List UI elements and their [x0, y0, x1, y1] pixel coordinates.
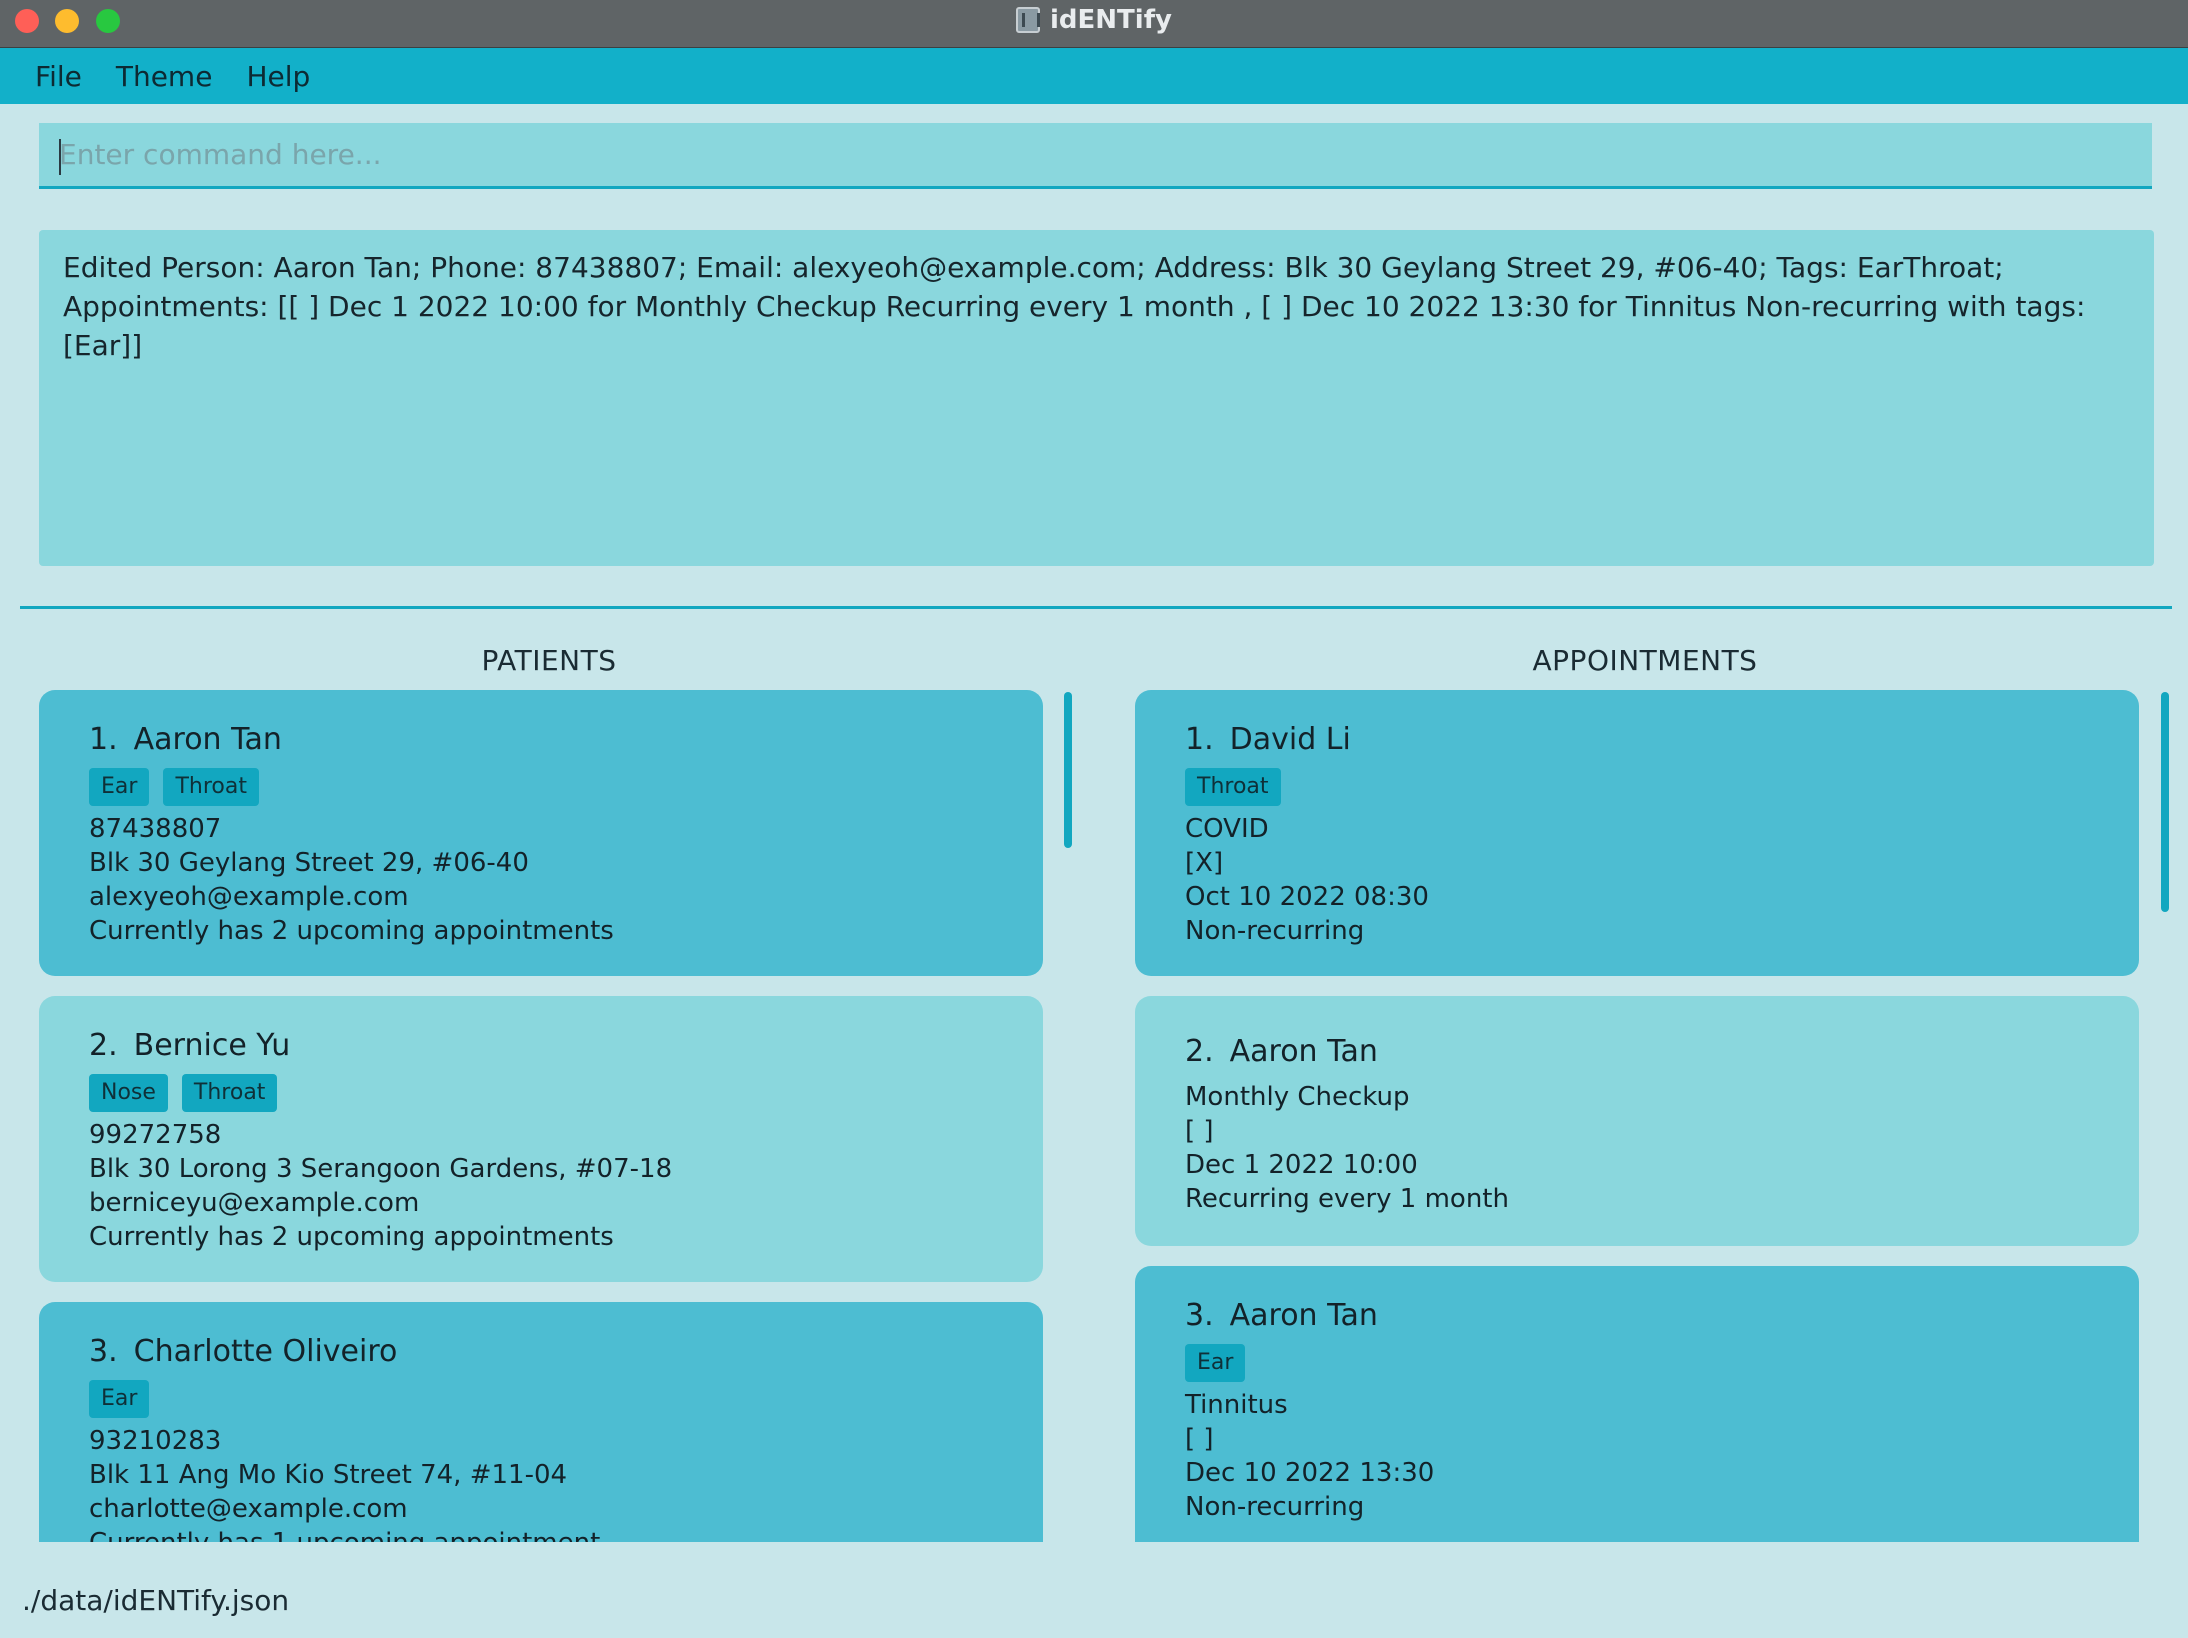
appointment-name-row: 2. Aaron Tan	[1185, 1032, 2089, 1072]
patient-phone: 99272758	[89, 1120, 222, 1150]
menu-help[interactable]: Help	[233, 60, 323, 93]
patients-heading: PATIENTS	[481, 644, 617, 677]
tag-label: Throat	[163, 768, 259, 806]
appointment-index: 1.	[1185, 722, 1214, 757]
patient-card[interactable]: 3. Charlotte Oliveiro Ear 93210283 Blk 1…	[39, 1302, 1043, 1542]
appointment-datetime: Oct 10 2022 08:30	[1185, 882, 1429, 912]
patient-list[interactable]: 1. Aaron Tan Ear Throat 87438807 Blk 30 …	[39, 690, 1043, 1542]
patient-appointment-count: Currently has 1 upcoming appointment	[89, 1526, 993, 1542]
appointment-card[interactable]: 2. Aaron Tan Monthly Checkup [ ] Dec 1 2…	[1135, 996, 2139, 1246]
patient-index: 3.	[89, 1334, 118, 1369]
menu-bar: File Theme Help	[0, 48, 2188, 104]
appointment-name-row: 1. David Li	[1185, 720, 2089, 760]
appointment-patient-name: Aaron Tan	[1229, 1034, 1378, 1069]
patient-name-row: 3. Charlotte Oliveiro	[89, 1332, 993, 1372]
patient-email: charlotte@example.com	[89, 1494, 408, 1524]
appointment-datetime: Dec 10 2022 13:30	[1185, 1458, 1435, 1488]
patient-appointment-count: Currently has 2 upcoming appointments	[89, 916, 614, 946]
appointment-recurrence: Recurring every 1 month	[1185, 1184, 1509, 1214]
tag-label: Throat	[181, 1074, 278, 1112]
patient-email: alexyeoh@example.com	[89, 882, 409, 912]
command-box	[39, 123, 2152, 189]
result-display: Edited Person: Aaron Tan; Phone: 8743880…	[39, 230, 2154, 566]
app-building-icon	[1016, 7, 1041, 33]
tag-label: Ear	[89, 1380, 150, 1418]
tag-label: Throat	[1185, 768, 1281, 806]
appointment-name-row: 3. Aaron Tan	[1185, 1296, 2089, 1336]
appointment-status: [ ]	[1185, 1116, 1214, 1146]
appointment-list-scrollbar[interactable]	[2161, 692, 2169, 912]
appointment-patient-name: David Li	[1229, 722, 1351, 757]
patient-card[interactable]: 1. Aaron Tan Ear Throat 87438807 Blk 30 …	[39, 690, 1043, 976]
command-input[interactable]	[39, 123, 2152, 186]
patient-name-row: 2. Bernice Yu	[89, 1026, 993, 1066]
window-title-group: idENTify	[0, 0, 2188, 40]
tag-label: Ear	[1185, 1344, 1246, 1382]
appointment-list[interactable]: 1. David Li Throat COVID [X] Oct 10 2022…	[1135, 690, 2139, 1542]
patient-name: Bernice Yu	[133, 1028, 291, 1063]
section-divider	[20, 606, 2172, 609]
patient-tags: Nose Throat	[89, 1074, 993, 1112]
appointment-index: 3.	[1185, 1298, 1214, 1333]
appointment-tags: Ear	[1185, 1344, 2089, 1382]
appointment-tags: Throat	[1185, 768, 2089, 806]
appointment-index: 2.	[1185, 1034, 1214, 1069]
patient-index: 1.	[89, 722, 118, 757]
patient-address: Blk 30 Geylang Street 29, #06-40	[89, 848, 529, 878]
appointment-patient-name: Aaron Tan	[1229, 1298, 1378, 1333]
patient-list-scrollbar[interactable]	[1064, 692, 1072, 848]
appointment-status: [X]	[1185, 848, 1224, 878]
patient-card[interactable]: 2. Bernice Yu Nose Throat 99272758 Blk 3…	[39, 996, 1043, 1282]
patient-name-row: 1. Aaron Tan	[89, 720, 993, 760]
menu-file[interactable]: File	[22, 60, 95, 93]
tag-label: Ear	[89, 768, 150, 806]
patient-name: Charlotte Oliveiro	[133, 1334, 398, 1369]
appointment-card[interactable]: 3. Aaron Tan Ear Tinnitus [ ] Dec 10 202…	[1135, 1266, 2139, 1542]
text-caret	[59, 139, 61, 175]
appointment-datetime: Dec 1 2022 10:00	[1185, 1150, 1418, 1180]
appointment-reason: Monthly Checkup	[1185, 1082, 1410, 1112]
appointment-card[interactable]: 1. David Li Throat COVID [X] Oct 10 2022…	[1135, 690, 2139, 976]
patient-tags: Ear	[89, 1380, 993, 1418]
patient-phone: 93210283	[89, 1426, 222, 1456]
patient-tags: Ear Throat	[89, 768, 993, 806]
patient-index: 2.	[89, 1028, 118, 1063]
appointment-reason: Tinnitus	[1185, 1390, 1288, 1420]
patient-address: Blk 30 Lorong 3 Serangoon Gardens, #07-1…	[89, 1154, 673, 1184]
menu-theme[interactable]: Theme	[103, 60, 226, 93]
window-titlebar: idENTify	[0, 0, 2188, 48]
appointment-recurrence: Non-recurring	[1185, 1492, 1365, 1522]
patient-address: Blk 11 Ang Mo Kio Street 74, #11-04	[89, 1460, 568, 1490]
patient-appointment-count: Currently has 2 upcoming appointments	[89, 1222, 614, 1252]
appointment-reason: COVID	[1185, 814, 1269, 844]
patient-name: Aaron Tan	[133, 722, 282, 757]
tag-label: Nose	[89, 1074, 168, 1112]
status-bar-file-path: ./data/idENTify.json	[22, 1584, 290, 1617]
appointment-status: [ ]	[1185, 1424, 1214, 1454]
patient-phone: 87438807	[89, 814, 222, 844]
appointments-heading: APPOINTMENTS	[1532, 644, 1758, 677]
patient-email: berniceyu@example.com	[89, 1188, 420, 1218]
appointment-recurrence: Non-recurring	[1185, 916, 1365, 946]
window-title: idENTify	[1050, 5, 1172, 35]
